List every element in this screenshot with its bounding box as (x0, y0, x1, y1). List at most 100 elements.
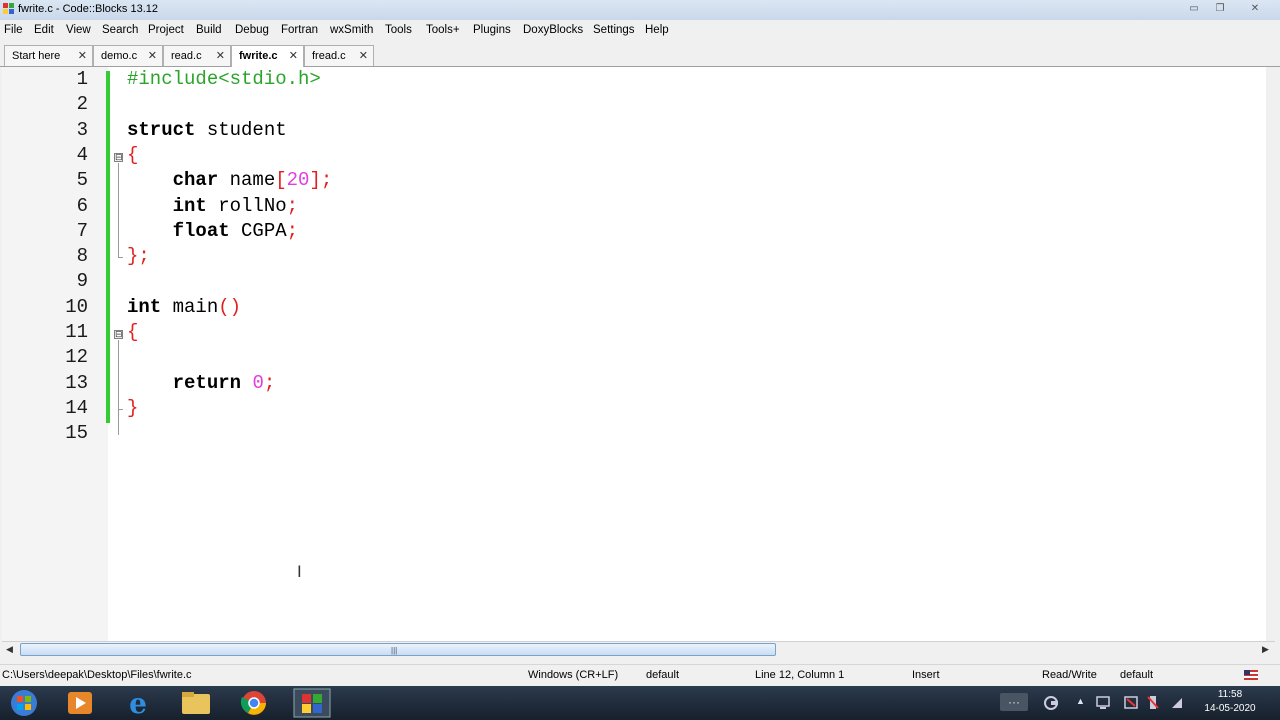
power-tray-icon[interactable] (1170, 696, 1184, 709)
line-number: 7 (76, 219, 88, 242)
media-player-icon[interactable] (58, 688, 102, 718)
close-window-button[interactable]: ✕ (1245, 2, 1265, 16)
code-token: return (172, 371, 242, 394)
file-explorer-icon[interactable] (174, 688, 218, 718)
line-number: 6 (76, 194, 88, 217)
vertical-scrollbar[interactable] (1266, 67, 1278, 641)
status-access: Read/Write (1042, 669, 1097, 681)
line-number: 9 (76, 270, 88, 293)
tab-label: demo.c (101, 50, 138, 62)
fold-minus-icon: ⊟ (114, 329, 123, 339)
line-number: 4 (76, 143, 88, 166)
tab-close-icon[interactable]: ✕ (216, 49, 225, 62)
title-bar: fwrite.c - Code::Blocks 13.12 ▭ ❐ ✕ (0, 0, 1280, 20)
status-cursor-position: Line 12, Column 1 (755, 669, 845, 681)
chrome-icon[interactable] (232, 688, 276, 718)
code-line[interactable]: int main() (127, 296, 241, 318)
tab-demo-c[interactable]: demo.c ✕ (93, 45, 163, 66)
code-line[interactable]: struct student (127, 119, 287, 141)
code-token: struct (127, 118, 196, 141)
line-number: 2 (76, 93, 88, 116)
tab-start-here[interactable]: Start here ✕ (4, 45, 93, 66)
code-line[interactable]: }; (127, 245, 150, 267)
tab-close-icon[interactable]: ✕ (289, 49, 298, 62)
network-tray-icon[interactable] (1044, 696, 1058, 710)
taskbar-clock[interactable]: 11:58 14-05-2020 (1200, 688, 1260, 716)
tab-close-icon[interactable]: ✕ (359, 49, 368, 62)
code-token: ; (286, 194, 299, 217)
code-line[interactable]: { (127, 144, 138, 166)
menu-tools[interactable]: Tools (385, 24, 412, 36)
menu-doxyblocks[interactable]: DoxyBlocks (523, 24, 583, 36)
code-line[interactable]: { (127, 321, 138, 343)
menu-fortran[interactable]: Fortran (281, 24, 318, 36)
code-line[interactable]: char name[20]; (127, 169, 333, 192)
menu-build[interactable]: Build (196, 24, 222, 36)
menu-file[interactable]: File (4, 24, 23, 36)
internet-explorer-icon[interactable]: e (116, 688, 160, 718)
clock-date: 14-05-2020 (1204, 703, 1256, 714)
editor-tabs: Start here ✕ demo.c ✕ read.c ✕ fwrite.c … (0, 43, 1280, 67)
scroll-grip-icon: ||| (391, 646, 398, 655)
line-number: 12 (65, 346, 88, 369)
status-file-path: C:\Users\deepak\Desktop\Files\fwrite.c (2, 669, 192, 681)
start-button-icon[interactable] (2, 688, 46, 718)
scroll-left-arrow-icon[interactable]: ◀ (2, 642, 17, 657)
menu-settings[interactable]: Settings (593, 24, 635, 36)
code-token: name (218, 169, 276, 192)
menu-project[interactable]: Project (148, 24, 184, 36)
language-flag-icon (1244, 670, 1258, 680)
code-line[interactable]: float CGPA; (127, 220, 298, 242)
code-token: 20 (286, 169, 310, 192)
menu-view[interactable]: View (66, 24, 91, 36)
horizontal-scrollbar[interactable]: ◀ ||| ▶ (2, 641, 1275, 657)
tab-label: fread.c (312, 50, 346, 62)
code-token: { (127, 143, 139, 166)
minimize-button[interactable]: ▭ (1184, 2, 1204, 16)
tab-close-icon[interactable]: ✕ (148, 49, 157, 62)
tab-label: read.c (171, 50, 202, 62)
show-hidden-icons-icon[interactable]: ▲ (1076, 696, 1085, 706)
codeblocks-taskbar-icon[interactable] (290, 688, 334, 718)
line-number-gutter: 1 2 3 4 5 6 7 8 9 10 11 12 13 14 15 (2, 67, 108, 641)
scroll-thumb[interactable]: ||| (20, 643, 776, 656)
menu-wxsmith[interactable]: wxSmith (330, 24, 373, 36)
tab-read-c[interactable]: read.c ✕ (163, 45, 231, 66)
line-number: 3 (76, 118, 88, 141)
menu-plugins[interactable]: Plugins (473, 24, 511, 36)
code-token: { (127, 321, 139, 343)
code-token: }; (127, 245, 150, 268)
code-editor[interactable]: 1 2 3 4 5 6 7 8 9 10 11 12 13 14 15 #include<stdio.h> s… (2, 67, 1275, 641)
menu-debug[interactable]: Debug (235, 24, 269, 36)
usb-tray-icon[interactable] (1146, 695, 1160, 710)
line-number: 14 (65, 396, 88, 419)
code-line[interactable]: return 0; (127, 371, 276, 394)
menu-help[interactable]: Help (645, 24, 669, 36)
code-token: student (195, 118, 287, 141)
code-line[interactable]: #include<stdio.h> (127, 68, 321, 90)
fold-minus-icon: ⊟ (114, 151, 123, 162)
menu-tools-plus[interactable]: Tools+ (426, 24, 460, 36)
clock-time: 11:58 (1217, 689, 1243, 700)
change-marker-bar (106, 71, 110, 423)
tab-fwrite-c[interactable]: fwrite.c ✕ (231, 45, 304, 67)
action-center-icon[interactable] (1124, 696, 1138, 709)
menu-search[interactable]: Search (102, 24, 138, 36)
fold-guide-line (118, 162, 119, 259)
tab-close-icon[interactable]: ✕ (78, 49, 87, 62)
windows-taskbar: e ··· ▲ 11:58 14-05-2020 (0, 686, 1280, 720)
line-number: 8 (76, 245, 88, 268)
fold-end-mark (118, 257, 123, 259)
tab-fread-c[interactable]: fread.c ✕ (304, 45, 374, 66)
code-line[interactable]: } (127, 397, 138, 419)
tray-overflow-icon[interactable]: ··· (1000, 693, 1028, 711)
code-line[interactable]: int rollNo; (127, 195, 298, 217)
scroll-right-arrow-icon[interactable]: ▶ (1258, 642, 1273, 657)
menu-edit[interactable]: Edit (34, 24, 54, 36)
code-token: () (218, 295, 242, 318)
display-tray-icon[interactable] (1096, 696, 1110, 709)
maximize-button[interactable]: ❐ (1210, 2, 1230, 16)
